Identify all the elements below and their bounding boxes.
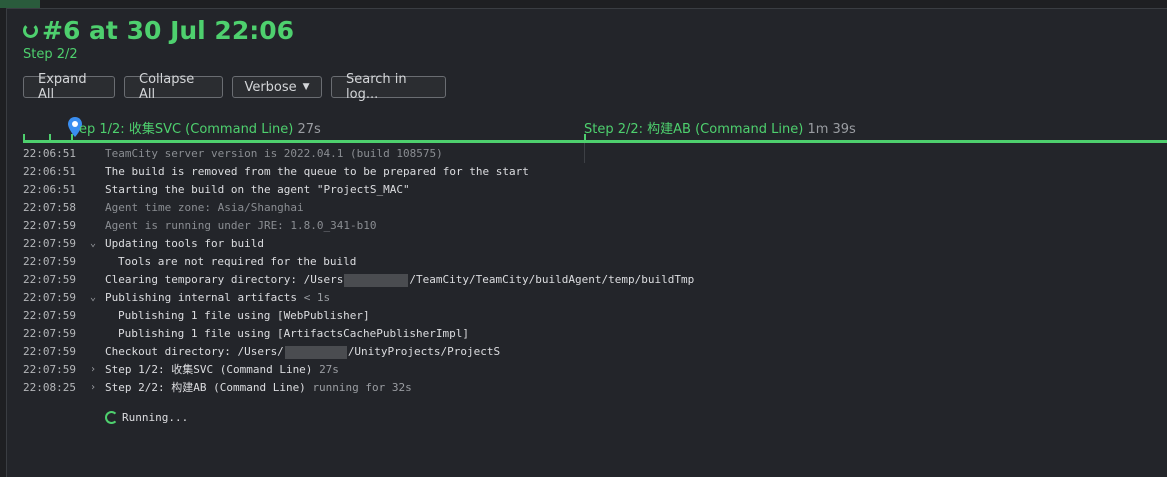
log-message-part: Publishing internal artifacts [105,291,298,304]
log-message: Updating tools for build [105,237,264,250]
log-row: 22:07:58 Agent time zone: Asia/Shanghai [7,199,1167,217]
log-message-part: /UnityProjects/ProjectS [347,345,501,358]
timeline-step-1-duration: 27s [297,122,321,137]
build-log-panel: #6 at 30 Jul 22:06 Step 2/2 Expand All C… [6,8,1167,477]
chevron-right-icon[interactable]: › [90,379,102,397]
build-timeline: ep 1/2: 收集SVC (Command Line) 27s Step 2/… [23,115,1167,143]
verbose-dropdown[interactable]: Verbose ▼ [232,76,322,98]
chevron-down-icon[interactable]: ⌄ [90,235,102,253]
verbose-label: Verbose [244,79,297,95]
log-message: Publishing 1 file using [ArtifactsCacheP… [118,327,469,340]
log-toolbar: Expand All Collapse All Verbose ▼ Search … [23,72,446,102]
timeline-step-1-name: ep 1/2: 收集SVC (Command Line) [79,122,294,137]
build-step-indicator: Step 2/2 [23,47,78,62]
log-row: 22:06:51 The build is removed from the q… [7,163,1167,181]
log-row: 22:07:59 Tools are not required for the … [7,253,1167,271]
build-log: 22:06:51 TeamCity server version is 2022… [7,145,1167,397]
running-status-text: Running... [122,411,189,424]
log-row: 22:07:59 Publishing 1 file using [Artifa… [7,325,1167,343]
running-spinner-icon [23,22,38,38]
log-message: Clearing temporary directory: /Users/Tea… [105,271,694,289]
log-message: Step 2/2: 构建AB (Command Line) running fo… [105,379,412,397]
log-timestamp: 22:06:51 [23,147,76,160]
log-message: Publishing internal artifacts < 1s [105,289,330,307]
log-row[interactable]: 22:07:59 › Step 1/2: 收集SVC (Command Line… [7,361,1167,379]
log-row[interactable]: 22:07:59 ⌄ Publishing internal artifacts… [7,289,1167,307]
log-timestamp: 22:07:59 [23,291,76,304]
log-message: Tools are not required for the build [118,255,357,268]
log-message-part: Checkout directory: /Users/ [105,345,284,358]
collapse-all-button[interactable]: Collapse All [124,72,223,102]
log-duration: 27s [319,363,339,376]
log-timestamp: 22:07:59 [23,273,76,286]
running-status: Running... [105,411,188,424]
collapse-all-label: Collapse All [139,72,195,102]
log-timestamp: 22:08:25 [23,381,76,394]
running-spinner-icon [105,411,118,424]
window-corner [0,0,40,8]
timeline-step-2-name: Step 2/2: 构建AB (Command Line) [584,122,804,137]
log-message: Agent time zone: Asia/Shanghai [105,201,304,214]
build-header: #6 at 30 Jul 22:06 Step 2/2 [23,15,294,62]
log-timestamp: 22:07:59 [23,345,76,358]
timeline-step-1[interactable]: ep 1/2: 收集SVC (Command Line) 27s [79,118,321,137]
build-title: #6 at 30 Jul 22:06 [23,15,294,45]
log-row: 22:07:59 Clearing temporary directory: /… [7,271,1167,289]
log-message: Checkout directory: /Users/ /UnityProject… [105,343,500,361]
log-timestamp: 22:06:51 [23,165,76,178]
log-row: 22:07:59 Agent is running under JRE: 1.8… [7,217,1167,235]
search-in-log-button[interactable]: Search in log... [331,72,446,102]
log-row: 22:06:51 TeamCity server version is 2022… [7,145,1167,163]
redacted-username [344,273,409,287]
log-message: Starting the build on the agent "Project… [105,183,410,196]
log-row[interactable]: 22:08:25 › Step 2/2: 构建AB (Command Line)… [7,379,1167,397]
log-timestamp: 22:07:59 [23,219,76,232]
log-message: Publishing 1 file using [WebPublisher] [118,309,370,322]
log-row[interactable]: 22:07:59 ⌄ Updating tools for build [7,235,1167,253]
log-message: TeamCity server version is 2022.04.1 (bu… [105,147,443,160]
build-title-text: #6 at 30 Jul 22:06 [42,15,295,45]
log-timestamp: 22:07:59 [23,363,76,376]
timeline-step-2-duration: 1m 39s [807,122,856,137]
expand-all-label: Expand All [38,72,87,102]
log-row: 22:07:59 Checkout directory: /Users/ /Uni… [7,343,1167,361]
search-label: Search in log... [346,72,407,102]
timeline-progress-bar [23,140,1167,143]
timeline-step-2[interactable]: Step 2/2: 构建AB (Command Line) 1m 39s [584,118,856,137]
log-message: Agent is running under JRE: 1.8.0_341-b1… [105,219,377,232]
log-message-part: /TeamCity/TeamCity/buildAgent/temp/build… [409,273,695,286]
log-message: Step 1/2: 收集SVC (Command Line) 27s [105,361,339,379]
chevron-down-icon: ▼ [302,82,310,92]
log-message-part: Step 1/2: 收集SVC (Command Line) [105,363,313,376]
chevron-right-icon[interactable]: › [90,361,102,379]
log-timestamp: 22:07:59 [23,237,76,250]
log-timestamp: 22:07:59 [23,255,76,268]
log-duration: running for 32s [312,381,412,394]
log-message: The build is removed from the queue to b… [105,165,529,178]
redacted-username [284,345,347,359]
log-timestamp: 22:07:59 [23,327,76,340]
log-message-part: Clearing temporary directory: /Users [105,273,344,286]
expand-all-button[interactable]: Expand All [23,72,115,102]
log-timestamp: 22:07:58 [23,201,76,214]
log-timestamp: 22:06:51 [23,183,76,196]
log-duration: < 1s [303,291,331,304]
chevron-down-icon[interactable]: ⌄ [90,289,102,307]
log-timestamp: 22:07:59 [23,309,76,322]
log-row: 22:07:59 Publishing 1 file using [WebPub… [7,307,1167,325]
log-row: 22:06:51 Starting the build on the agent… [7,181,1167,199]
log-message-part: Step 2/2: 构建AB (Command Line) [105,381,306,394]
